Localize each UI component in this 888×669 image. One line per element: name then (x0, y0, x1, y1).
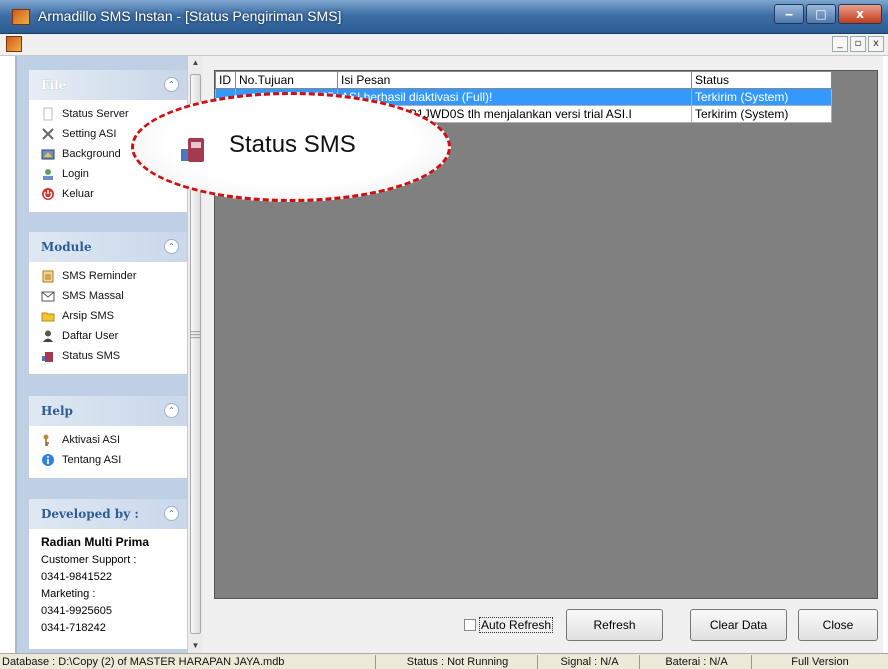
power-icon (42, 188, 54, 200)
auto-refresh-label[interactable]: Auto Refresh (479, 617, 554, 633)
sidebar-item-label: Status SMS (62, 350, 121, 362)
background-icon (41, 149, 55, 160)
folder-icon (41, 312, 55, 322)
child-window-icon[interactable] (6, 36, 22, 52)
sidebar-item-label: Tentang ASI (62, 454, 122, 466)
collapse-file-icon[interactable]: ⌃ (164, 77, 179, 92)
sidebar-item-label: SMS Massal (62, 290, 124, 302)
sidebar-item-sms-massal[interactable]: SMS Massal (29, 286, 189, 306)
cell-isi-pesan: ASI berhasil diaktivasi (Full)! (337, 88, 692, 106)
status-bar: Database : D:\Copy (2) of MASTER HARAPAN… (0, 653, 888, 669)
sms-status-icon (42, 352, 53, 362)
info-icon (42, 454, 54, 466)
developer-company: Radian Multi Prima (41, 535, 150, 549)
minimize-button[interactable]: ‒ (774, 4, 804, 24)
contact-line: 0341-718242 (41, 622, 106, 634)
sidebar-item-label: Aktivasi ASI (62, 434, 121, 446)
column-header-id[interactable]: ID (215, 71, 236, 89)
sidebar-item-status-sms[interactable]: Status SMS (29, 346, 189, 366)
sidebar-item-daftar-user[interactable]: Daftar User (29, 326, 189, 346)
window-title: Armadillo SMS Instan - [Status Pengirima… (38, 8, 342, 24)
sidebar-item-label: Keluar (62, 188, 94, 200)
sidebar-item-keluar[interactable]: Keluar (29, 184, 189, 204)
sidebar-item-label: Status Server (62, 108, 129, 120)
cell-status: Terkirim (System) (691, 88, 832, 106)
collapse-help-icon[interactable]: ⌃ (164, 403, 179, 418)
checkbox-box[interactable] (464, 619, 476, 631)
help-panel-title: Help (41, 404, 73, 418)
user-icon (43, 330, 53, 342)
module-panel: Module ⌃ SMS Reminder SMS Massal Arsip S… (29, 232, 189, 374)
status-running: Status : Not Running (378, 655, 538, 669)
sidebar-item-label: Daftar User (62, 330, 119, 342)
refresh-button[interactable]: Refresh (566, 609, 663, 641)
developer-panel-title: Developed by : (41, 507, 139, 521)
contact-line: Customer Support : (41, 554, 137, 566)
mdi-bar: _ ▫ x (0, 34, 888, 56)
app-icon (12, 9, 30, 25)
login-icon (43, 169, 53, 180)
callout-label: Status SMS (229, 131, 356, 158)
sidebar-item-label: Arsip SMS (62, 310, 114, 322)
contact-line: 0341-9841522 (41, 571, 112, 583)
developer-contact: Customer Support : 0341-9841522 Marketin… (41, 552, 177, 637)
sidebar-item-label: Login (62, 168, 89, 180)
server-icon (43, 107, 53, 121)
scroll-down-icon[interactable]: ▼ (188, 639, 203, 653)
file-panel-title: File (41, 78, 67, 92)
bottom-controls: Auto Refresh Refresh Clear Data Close (214, 600, 884, 652)
sidebar-item-label: Background (62, 148, 121, 160)
module-panel-title: Module (41, 240, 92, 254)
sms-status-icon (181, 138, 204, 162)
maximize-button[interactable]: □ (806, 4, 836, 24)
cell-status: Terkirim (System) (691, 105, 832, 123)
tools-icon (42, 128, 54, 140)
column-header-status[interactable]: Status (691, 71, 832, 89)
sidebar-item-aktivasi-asi[interactable]: Aktivasi ASI (29, 430, 189, 450)
developer-panel: Developed by : ⌃ Radian Multi Prima Cust… (29, 499, 189, 649)
scroll-up-icon[interactable]: ▲ (188, 56, 203, 70)
key-icon (43, 434, 49, 446)
sidebar-item-sms-reminder[interactable]: SMS Reminder (29, 266, 189, 286)
sidebar-item-label: Setting ASI (62, 128, 117, 140)
sidebar-item-arsip-sms[interactable]: Arsip SMS (29, 306, 189, 326)
sidebar-item-tentang-asi[interactable]: Tentang ASI (29, 450, 189, 470)
close-window-button[interactable]: x (838, 4, 882, 24)
developer-panel-header[interactable]: Developed by : ⌃ (29, 499, 189, 529)
contact-line: Marketing : (41, 588, 96, 600)
contact-line: 0341-9925605 (41, 605, 112, 617)
column-header-isi-pesan[interactable]: Isi Pesan (337, 71, 692, 89)
status-signal: Signal : N/A (540, 655, 640, 669)
close-button[interactable]: Close (798, 609, 878, 641)
status-database: Database : D:\Copy (2) of MASTER HARAPAN… (0, 655, 376, 669)
child-restore-button[interactable]: ▫ (850, 36, 866, 52)
help-panel-header[interactable]: Help ⌃ (29, 396, 189, 426)
child-minimize-button[interactable]: _ (832, 36, 848, 52)
sidebar-item-label: SMS Reminder (62, 270, 137, 282)
file-panel-header[interactable]: File ⌃ (29, 70, 189, 100)
collapse-module-icon[interactable]: ⌃ (164, 239, 179, 254)
status-baterai: Baterai : N/A (642, 655, 752, 669)
callout-zoom: Status SMS (131, 92, 451, 202)
status-version: Full Version (791, 656, 849, 668)
child-close-button[interactable]: x (868, 36, 884, 52)
clear-data-button[interactable]: Clear Data (690, 609, 787, 641)
calendar-icon (42, 270, 54, 283)
title-bar: Armadillo SMS Instan - [Status Pengirima… (0, 0, 888, 34)
module-panel-header[interactable]: Module ⌃ (29, 232, 189, 262)
envelope-icon (41, 291, 55, 302)
grip-icon: — — — (191, 326, 200, 342)
auto-refresh-checkbox[interactable]: Auto Refresh (464, 617, 554, 633)
column-header-no-tujuan[interactable]: No.Tujuan (235, 71, 338, 89)
help-panel: Help ⌃ Aktivasi ASI Tentang ASI (29, 396, 189, 478)
collapse-developer-icon[interactable]: ⌃ (164, 506, 179, 521)
